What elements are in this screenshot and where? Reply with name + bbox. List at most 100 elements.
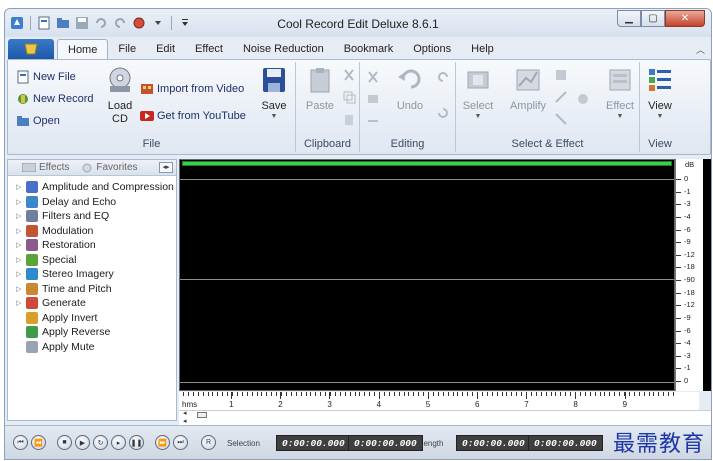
go-to-end-button[interactable]: ⏭ [173,435,188,450]
timeline-tick [673,392,674,396]
go-to-start-button[interactable]: ⏮ [13,435,28,450]
horizontal-scrollbar[interactable]: ◂ [179,409,711,418]
paste-button[interactable]: Paste [300,66,340,112]
scroll-left-icon[interactable]: ◂ [183,409,187,417]
length-label: Length [419,439,444,448]
expand-icon[interactable]: ▷ [16,299,24,307]
effect-item[interactable]: ▷ Filters and EQ [8,209,176,224]
db-tick [676,179,681,180]
redo-icon[interactable] [436,70,450,84]
new-file-button[interactable]: New File [16,70,76,84]
effect-item[interactable]: ▷ Time and Pitch [8,282,176,297]
expand-icon[interactable]: ▷ [16,241,24,249]
amplify-button[interactable]: Amplify [506,66,550,112]
delete-icon[interactable] [342,112,356,126]
trim-icon[interactable] [366,92,380,106]
expand-icon[interactable]: ▷ [16,227,24,235]
fade-out-icon[interactable] [554,112,568,126]
timeline-tick [550,392,552,396]
scroll-left-icon[interactable]: ◂ [183,417,187,425]
tab-noise-reduction[interactable]: Noise Reduction [233,39,334,59]
maximize-button[interactable]: ▢ [641,10,665,27]
timeline-tick [246,392,248,396]
rewind-button[interactable]: ⏪ [31,435,46,450]
tab-home[interactable]: Home [57,39,109,59]
timeline-tick [325,392,327,396]
get-from-youtube-button[interactable]: Get from YouTube [140,109,246,123]
length-start-field[interactable]: 0:00:00.000 [456,435,531,451]
waveform-area[interactable] [179,159,675,391]
effect-button[interactable]: Effect ▼ [600,66,640,120]
load-cd-button[interactable]: Load CD [100,66,140,126]
expand-icon[interactable]: ▷ [16,256,24,264]
timeline-tick [511,392,513,396]
ribbon-minimize-icon[interactable]: ︿ [696,43,705,56]
save-button[interactable]: Save ▼ [254,66,294,120]
selection-start-field[interactable]: 0:00:00.000 [276,435,351,451]
expand-icon[interactable]: ▷ [16,198,24,206]
panel-collapse-button[interactable]: ◂▸ [159,162,173,173]
loop-button[interactable]: ↻ [93,435,108,450]
minimize-button[interactable]: ▁ [617,10,641,27]
expand-icon[interactable]: ▷ [16,270,24,278]
db-tick [676,368,681,370]
fast-forward-button[interactable]: ⏩ [155,435,170,450]
tab-favorites[interactable]: Favorites [81,162,138,173]
repeat-icon[interactable] [436,106,450,120]
record-button[interactable]: R [201,435,216,450]
timeline-tick [383,392,385,396]
open-button[interactable]: Open [16,114,60,128]
timeline-tick [462,392,464,396]
silence-icon[interactable] [366,114,380,128]
fade-in-icon[interactable] [554,90,568,104]
cut-icon[interactable] [342,68,356,82]
new-record-button[interactable]: New Record [16,92,94,106]
tab-file[interactable]: File [108,39,146,59]
import-from-video-button[interactable]: Import from Video [140,82,244,96]
pause-button[interactable]: ❚❚ [129,435,144,450]
effect-settings-icon[interactable] [576,92,590,106]
tab-effect[interactable]: Effect [185,39,233,59]
timeline-tick [619,392,621,396]
expand-icon[interactable]: ▷ [16,212,24,220]
select-button[interactable]: Select ▼ [458,66,498,120]
undo-button[interactable]: Undo [390,66,430,112]
application-menu-button[interactable] [8,39,54,59]
view-button[interactable]: View ▼ [640,66,680,120]
effect-item[interactable]: Apply Reverse [8,325,176,340]
effect-item[interactable]: ▷ Delay and Echo [8,195,176,210]
overview-bar[interactable] [182,161,672,166]
effect-item[interactable]: ▷ Amplitude and Compression [8,180,176,195]
selection-end-field[interactable]: 0:00:00.000 [348,435,423,451]
tab-edit[interactable]: Edit [146,39,185,59]
effect-item[interactable]: Apply Invert [8,311,176,326]
effect-item[interactable]: ▷ Stereo Imagery [8,267,176,282]
effect-item[interactable]: ▷ Restoration [8,238,176,253]
timeline-tick [540,392,542,396]
play-selection-button[interactable]: ▸ [111,435,126,450]
expand-icon[interactable]: ▷ [16,183,24,191]
close-button[interactable]: ✕ [665,10,705,27]
effect-item[interactable]: Apply Mute [8,340,176,355]
stop-button[interactable]: ■ [57,435,72,450]
db-label: -12 [684,249,695,259]
effect-item[interactable]: ▷ Modulation [8,224,176,239]
timeline-tick [388,392,390,396]
timeline-tick [565,392,567,396]
effect-item[interactable]: ▷ Generate [8,296,176,311]
crop-icon[interactable] [366,70,380,84]
copy-icon[interactable] [342,90,356,104]
tab-options[interactable]: Options [403,39,461,59]
tab-effects[interactable]: Effects [22,162,69,173]
timeline-unit-label: hms [182,400,198,409]
view-group-label: View [648,138,672,150]
length-end-field[interactable]: 0:00:00.000 [528,435,603,451]
tab-bookmark[interactable]: Bookmark [334,39,404,59]
effect-item[interactable]: ▷ Special [8,253,176,268]
tab-help[interactable]: Help [461,39,504,59]
timeline-ruler[interactable]: hms 1 2 3 4 5 6 7 8 9 [179,392,699,410]
expand-icon[interactable]: ▷ [16,285,24,293]
timeline-tick [413,392,415,396]
play-button[interactable]: ▶ [75,435,90,450]
normalize-icon[interactable] [554,68,568,82]
